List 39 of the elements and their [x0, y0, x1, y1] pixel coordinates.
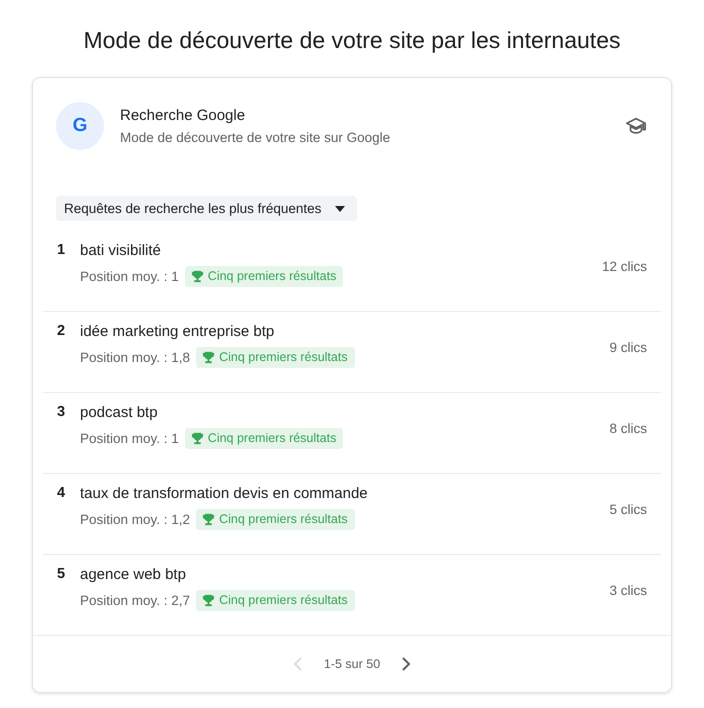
click-count: 5 clics [609, 502, 647, 517]
click-count: 3 clics [609, 583, 647, 598]
top-results-badge: Cinq premiers résultats [184, 266, 344, 287]
query-text: agence web btp [80, 566, 187, 583]
average-position: Position moy. : 1 [80, 431, 179, 446]
trophy-icon [202, 512, 216, 526]
trophy-icon [190, 432, 204, 444]
rank-number: 4 [57, 485, 66, 501]
top-results-badge: Cinq premiers résultats [184, 428, 344, 449]
top-results-badge: Cinq premiers résultats [196, 590, 355, 611]
rank-number: 1 [57, 242, 66, 258]
average-position: Position moy. : 2,7 [80, 593, 190, 608]
trophy-icon [202, 594, 216, 606]
trophy-icon [202, 350, 216, 364]
average-position: Position moy. : 1,8 [80, 350, 190, 365]
caret-icon [335, 206, 346, 212]
query-text: bati visibilité [80, 242, 162, 259]
card-title: Recherche Google [120, 107, 246, 124]
query-dropdown[interactable]: Requêtes de recherche les plus fréquentes [56, 196, 358, 221]
rank-number: 5 [57, 566, 66, 582]
trophy-icon [190, 270, 204, 282]
click-count: 8 clics [609, 421, 647, 436]
pagination-label: 1-5 sur 50 [324, 657, 380, 671]
chevron-right-icon [401, 657, 412, 671]
card-subtitle: Mode de découverte de votre site sur Google [120, 130, 392, 145]
query-text: taux de transformation devis en commande [80, 485, 369, 502]
rank-number: 3 [57, 404, 66, 420]
top-results-badge: Cinq premiers résultats [196, 347, 355, 368]
top-results-badge: Cinq premiers résultats [196, 509, 355, 530]
google-logo: G [56, 102, 104, 150]
chevron-left-icon [292, 657, 303, 671]
query-text: idée marketing entreprise btp [80, 323, 276, 340]
average-position: Position moy. : 1 [80, 269, 179, 284]
rank-number: 2 [57, 323, 66, 339]
average-position: Position moy. : 1,2 [80, 512, 190, 527]
click-count: 12 clics [602, 259, 647, 274]
click-count: 9 clics [609, 340, 647, 355]
page-title: Mode de découverte de votre site par les internautes [84, 26, 620, 55]
query-text: podcast btp [80, 404, 159, 421]
